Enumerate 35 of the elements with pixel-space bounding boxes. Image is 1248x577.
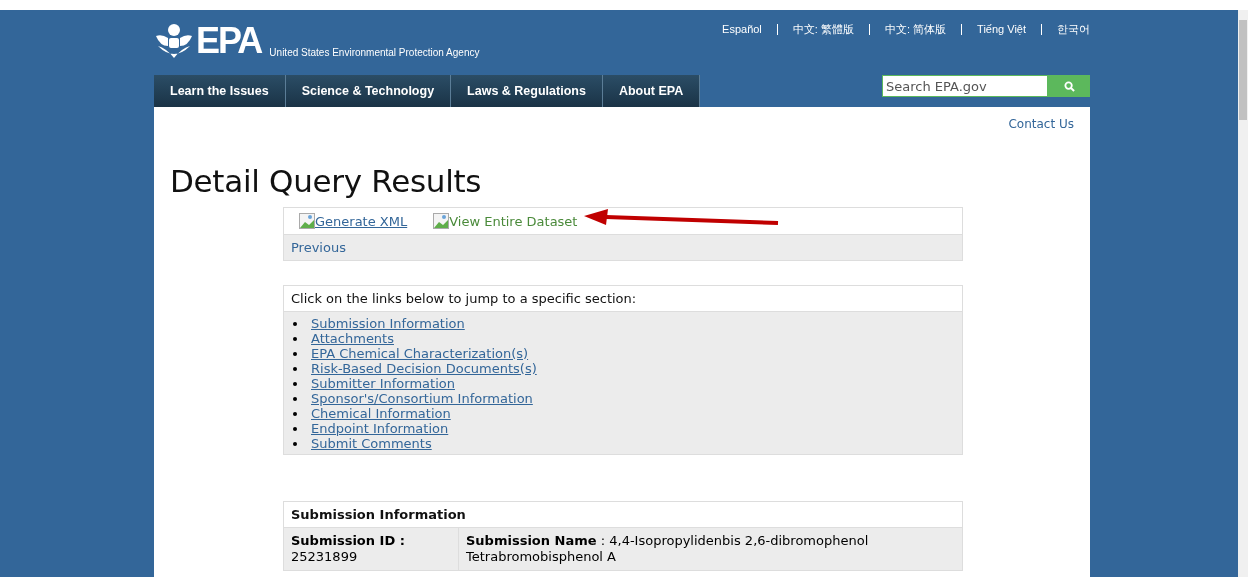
nav-tab[interactable]: About EPA	[602, 75, 701, 107]
broken-image-icon	[433, 213, 450, 229]
section-link[interactable]: Submitter Information	[311, 376, 455, 391]
language-link[interactable]: 中文: 简体版	[884, 21, 947, 37]
section-link[interactable]: Risk-Based Decision Documents(s)	[311, 361, 537, 376]
dataset-link[interactable]: Generate XML	[299, 213, 408, 229]
language-link[interactable]: 中文: 繁體版	[792, 21, 854, 37]
nav-tab[interactable]: Laws & Regulations	[451, 75, 603, 107]
search-button[interactable]	[1048, 75, 1090, 97]
section-heading: Submission Information	[291, 507, 466, 522]
page-title: Detail Query Results	[170, 163, 483, 199]
jump-instructions: Click on the links below to jump to a specific section:	[291, 291, 637, 306]
language-link[interactable]: Tiếng Việt	[977, 23, 1026, 35]
section-link[interactable]: Endpoint Information	[311, 421, 449, 436]
section-link[interactable]: Submit Comments	[311, 436, 432, 451]
previous-link[interactable]: Previous	[291, 240, 346, 255]
nav-tab[interactable]: Learn the Issues	[154, 75, 286, 107]
section-link[interactable]: Chemical Information	[311, 406, 451, 421]
agency-name: United States Environmental Protection Agency	[269, 47, 480, 58]
language-link[interactable]: Español	[722, 23, 762, 35]
section-link[interactable]: EPA Chemical Characterization(s)	[311, 346, 529, 361]
nav-tab[interactable]: Science & Technology	[285, 75, 452, 107]
broken-image-icon	[299, 213, 315, 229]
epa-logo[interactable]: EPA	[196, 24, 262, 58]
section-link[interactable]: Submission Information	[311, 316, 465, 331]
search-field[interactable]: Search EPA.gov	[882, 75, 1048, 97]
search-icon	[1063, 80, 1075, 92]
dataset-link[interactable]: View Entire Dataset	[433, 213, 578, 229]
contact-us-link[interactable]: Contact Us	[1008, 117, 1074, 131]
section-link[interactable]: Sponsor's/Consortium Information	[311, 391, 533, 406]
submission-name-cell-text: Submission Name : 4,4-Isopropylidenbis 2,6-dibromophenol Tetrabromobisphenol A	[465, 532, 870, 566]
submission-id-cell: Submission ID : 25231899	[284, 528, 459, 570]
section-link[interactable]: Attachments	[311, 331, 394, 346]
language-link[interactable]: 한국어	[1057, 21, 1090, 37]
epa-flower-logo-icon	[154, 24, 194, 58]
